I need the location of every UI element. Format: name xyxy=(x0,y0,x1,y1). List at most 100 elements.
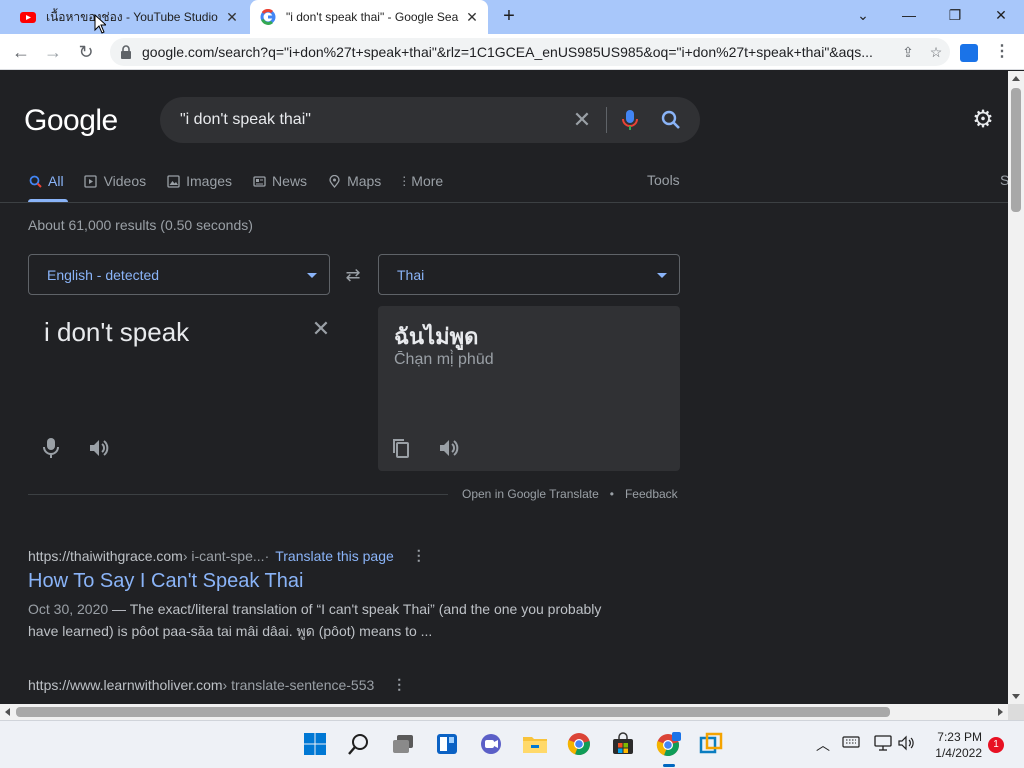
result-site[interactable]: https://thaiwithgrace.com xyxy=(28,548,183,564)
target-language-select[interactable]: Thai xyxy=(378,254,680,295)
horizontal-scroll-thumb[interactable] xyxy=(16,707,890,717)
scroll-left-arrow-icon[interactable] xyxy=(5,708,10,716)
task-view-icon[interactable] xyxy=(390,731,416,757)
close-window-button[interactable]: ✕ xyxy=(978,0,1024,30)
close-tab-icon[interactable]: ✕ xyxy=(462,9,482,26)
feedback-link[interactable]: Feedback xyxy=(625,487,678,501)
scrollbar-corner xyxy=(1008,704,1024,720)
vertical-scroll-thumb[interactable] xyxy=(1011,88,1021,212)
extension-icon[interactable] xyxy=(960,44,978,62)
clear-source-icon[interactable]: ✕ xyxy=(310,318,332,340)
tab-title: เนื้อหาของช่อง - YouTube Studio xyxy=(46,9,218,24)
source-language-select[interactable]: English - detected xyxy=(28,254,330,295)
browser-toolbar: ← → ↻ google.com/search?q="i+don%27t+spe… xyxy=(0,34,1024,70)
speaker-icon[interactable] xyxy=(438,437,460,459)
tab-label: All xyxy=(48,173,64,189)
result-site[interactable]: https://www.learnwitholiver.com xyxy=(28,677,223,693)
forward-icon[interactable]: → xyxy=(40,40,66,64)
search-box[interactable]: "i don't speak thai" ✕ xyxy=(160,97,700,143)
tab-title: "i don't speak thai" - Google Sea xyxy=(286,10,459,24)
youtube-icon xyxy=(20,12,36,23)
tab-google-search[interactable]: "i don't speak thai" - Google Sea ✕ xyxy=(250,0,488,34)
tab-label: News xyxy=(272,173,308,189)
address-bar[interactable]: google.com/search?q="i+don%27t+speak+tha… xyxy=(110,38,950,66)
reload-icon[interactable]: ↻ xyxy=(73,40,99,64)
result-menu-icon[interactable]: ⋮ xyxy=(412,547,426,564)
bookmark-star-icon[interactable]: ☆ xyxy=(922,44,950,61)
system-clock[interactable]: 7:23 PM 1/4/2022 xyxy=(924,729,982,761)
lock-icon xyxy=(121,45,131,59)
tab-label: More xyxy=(411,173,444,189)
voice-search-icon[interactable] xyxy=(620,109,640,131)
chrome-menu-icon[interactable]: ⋮ xyxy=(994,42,1010,62)
teams-chat-icon[interactable] xyxy=(478,731,504,757)
tab-more[interactable]: ⋮ More xyxy=(398,171,444,191)
close-tab-icon[interactable]: ✕ xyxy=(222,9,242,26)
result-title-link[interactable]: How To Say I Can't Speak Thai xyxy=(28,570,628,593)
tab-maps[interactable]: Maps xyxy=(327,171,381,191)
source-text-input[interactable]: i don't speak xyxy=(44,317,189,348)
horizontal-scrollbar[interactable] xyxy=(0,704,1008,720)
tab-label: Maps xyxy=(347,173,382,189)
tray-overflow-chevron-icon[interactable]: ︿ xyxy=(816,735,830,755)
tab-youtube-studio[interactable]: เนื้อหาของช่อง - YouTube Studio ✕ xyxy=(8,0,248,34)
minimize-button[interactable]: — xyxy=(886,0,932,30)
new-tab-button[interactable]: + xyxy=(498,5,520,27)
play-icon xyxy=(84,174,98,188)
speaker-icon[interactable] xyxy=(88,437,110,459)
back-icon[interactable]: ← xyxy=(8,40,34,64)
maximize-button[interactable]: ❐ xyxy=(932,0,978,30)
translate-divider xyxy=(28,494,448,495)
tools-button[interactable]: Tools xyxy=(647,172,680,188)
tab-news[interactable]: News xyxy=(252,171,307,191)
open-in-translate-link[interactable]: Open in Google Translate xyxy=(462,487,599,501)
url-text[interactable]: google.com/search?q="i+don%27t+speak+tha… xyxy=(142,44,894,60)
taskbar-search-icon[interactable] xyxy=(346,731,372,757)
scroll-right-arrow-icon[interactable] xyxy=(998,708,1003,716)
news-icon xyxy=(252,174,266,188)
window-controls: ⌄ — ❐ ✕ xyxy=(840,0,1024,30)
taskbar: ︿ 7:23 PM 1/4/2022 1 xyxy=(0,720,1024,768)
notification-badge[interactable]: 1 xyxy=(988,737,1004,753)
tab-images[interactable]: Images xyxy=(166,171,232,191)
safesearch-button[interactable]: S xyxy=(1000,172,1008,188)
settings-gear-icon[interactable]: ⚙ xyxy=(970,107,996,133)
result-date: Oct 30, 2020 xyxy=(28,601,109,617)
search-icon[interactable] xyxy=(660,109,682,131)
search-input[interactable]: "i don't speak thai" xyxy=(180,111,311,129)
network-icon[interactable] xyxy=(874,735,892,754)
dropdown-caret-icon xyxy=(307,273,317,278)
scroll-up-arrow-icon[interactable] xyxy=(1012,76,1020,81)
clock-date: 1/4/2022 xyxy=(935,746,982,760)
google-logo[interactable]: Google xyxy=(24,104,118,138)
microsoft-store-icon[interactable] xyxy=(610,731,636,757)
clear-search-icon[interactable]: ✕ xyxy=(570,108,594,132)
tab-videos[interactable]: Videos xyxy=(84,171,146,191)
result-menu-icon[interactable]: ⋮ xyxy=(392,676,406,693)
translation-output-panel: ฉันไม่พูด C̄hạn mị̀ phūd xyxy=(378,306,680,471)
keyboard-icon[interactable] xyxy=(842,735,860,752)
tab-label: Images xyxy=(186,173,233,189)
search-results-page: Google "i don't speak thai" ✕ ⚙ All Vide… xyxy=(0,71,1008,704)
chrome-active-window-icon[interactable] xyxy=(656,731,682,757)
mouse-cursor-icon xyxy=(94,14,106,34)
vertical-scrollbar[interactable] xyxy=(1008,71,1024,704)
copy-icon[interactable] xyxy=(390,437,412,459)
swap-languages-icon[interactable]: ⇄ xyxy=(342,264,364,286)
windows-start-icon[interactable] xyxy=(302,731,328,757)
microphone-icon[interactable] xyxy=(42,437,60,459)
vmware-icon[interactable] xyxy=(698,731,724,757)
chrome-icon[interactable] xyxy=(566,731,592,757)
tab-all[interactable]: All xyxy=(28,171,64,191)
scroll-down-arrow-icon[interactable] xyxy=(1012,694,1020,699)
tab-search-icon[interactable]: ⌄ xyxy=(840,0,886,30)
widgets-icon[interactable] xyxy=(434,731,460,757)
share-icon[interactable]: ⇪ xyxy=(894,44,922,61)
tab-strip: เนื้อหาของช่อง - YouTube Studio ✕ "i don… xyxy=(0,0,1024,34)
result-citation: https://thaiwithgrace.com › i-cant-spe..… xyxy=(28,547,628,564)
file-explorer-icon[interactable] xyxy=(522,731,548,757)
tabs-divider xyxy=(0,202,1008,203)
translated-text: ฉันไม่พูด xyxy=(394,324,479,349)
translate-page-link[interactable]: Translate this page xyxy=(275,548,394,564)
volume-icon[interactable] xyxy=(898,735,916,754)
